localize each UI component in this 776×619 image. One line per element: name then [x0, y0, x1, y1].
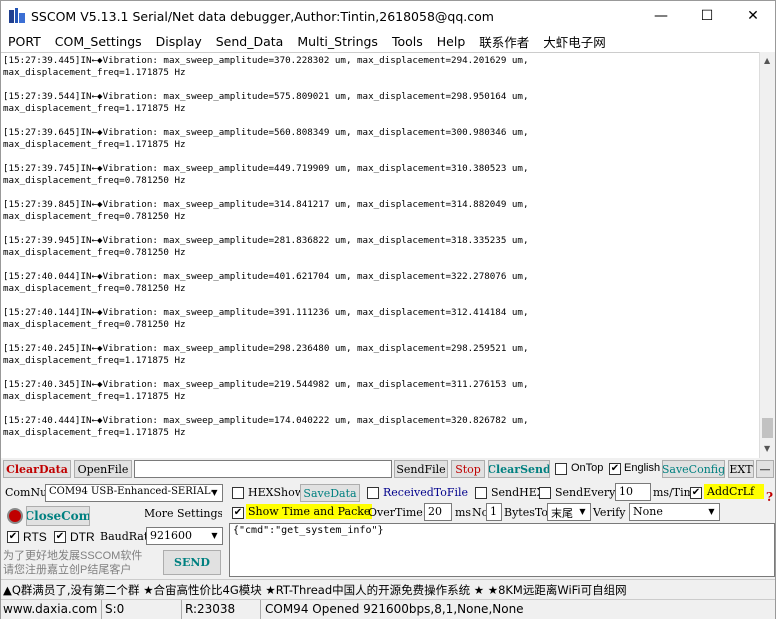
- log-entry: [15:27:39.845]IN←◆Vibration: max_sweep_a…: [3, 199, 529, 222]
- open-file-button[interactable]: OpenFile: [74, 460, 132, 478]
- stop-button[interactable]: Stop: [451, 460, 485, 478]
- log-entry: [15:27:39.445]IN←◆Vibration: max_sweep_a…: [3, 55, 529, 78]
- rts-label: RTS: [23, 530, 47, 544]
- log-entry: [15:27:39.645]IN←◆Vibration: max_sweep_a…: [3, 127, 529, 150]
- port-status-icon: [7, 508, 23, 524]
- english-label: English: [624, 462, 661, 474]
- add-crlf-label: AddCrLf: [704, 484, 764, 499]
- collapse-button[interactable]: —: [756, 460, 774, 478]
- log-entry: [15:27:40.245]IN←◆Vibration: max_sweep_a…: [3, 343, 529, 366]
- menu-send-data[interactable]: Send_Data: [209, 34, 291, 49]
- chevron-down-icon: ▼: [211, 531, 218, 540]
- save-config-button[interactable]: SaveConfig: [662, 460, 725, 478]
- options-panel: HEXShow SaveData ReceivedToFile SendHEX …: [229, 482, 775, 524]
- chevron-down-icon: ▼: [579, 507, 586, 516]
- window-title: SSCOM V5.13.1 Serial/Net data debugger,A…: [31, 8, 494, 24]
- baud-rate-select[interactable]: 921600 ▼: [146, 527, 223, 545]
- ms-tim-label: ms/Tim: [653, 486, 695, 499]
- log-entry: [15:27:40.144]IN←◆Vibration: max_sweep_a…: [3, 307, 529, 330]
- file-path-input[interactable]: [134, 460, 392, 478]
- scroll-up-icon[interactable]: ▲: [764, 56, 770, 65]
- log-scrollbar[interactable]: ▲ ▼: [759, 52, 775, 458]
- com-port-select[interactable]: COM94 USB-Enhanced-SERIAL- ▼: [45, 484, 223, 502]
- received-count: R:23038: [185, 602, 236, 616]
- close-com-button[interactable]: CloseCom: [26, 506, 90, 526]
- port-panel: ComNum COM94 USB-Enhanced-SERIAL- ▼ Clos…: [1, 482, 227, 577]
- over-time-label: OverTime:: [368, 506, 427, 519]
- received-to-file-label: ReceivedToFile: [383, 486, 469, 499]
- sent-count: S:0: [105, 602, 125, 616]
- scroll-thumb[interactable]: [762, 418, 773, 438]
- send-every-label: SendEvery:: [555, 486, 620, 499]
- menu-display[interactable]: Display: [149, 34, 209, 49]
- chevron-down-icon: ▼: [211, 488, 218, 497]
- ticker-bar: ▲Q群满员了,没有第二个群 ★合宙高性价比4G模块 ★RT-Thread中国人的…: [1, 579, 775, 598]
- send-every-input[interactable]: 10: [615, 483, 651, 501]
- english-checkbox[interactable]: ✔: [609, 463, 621, 475]
- verify-select[interactable]: None ▼: [629, 503, 720, 521]
- scroll-down-icon[interactable]: ▼: [764, 444, 770, 453]
- ontop-label: OnTop: [571, 462, 604, 474]
- log-entry: [15:27:40.444]IN←◆Vibration: max_sweep_a…: [3, 415, 529, 438]
- baud-rate-label: BaudRat: [100, 530, 149, 543]
- port-state: COM94 Opened 921600bps,8,1,None,None: [265, 602, 524, 616]
- log-entry: [15:27:40.044]IN←◆Vibration: max_sweep_a…: [3, 271, 529, 294]
- bytes-to-select[interactable]: 末尾 ▼: [547, 503, 591, 521]
- status-bar: www.daxia.com S:0 R:23038 COM94 Opened 9…: [1, 599, 775, 619]
- sscom-window: SSCOM V5.13.1 Serial/Net data debugger,A…: [0, 0, 776, 619]
- log-entry: [15:27:39.745]IN←◆Vibration: max_sweep_a…: [3, 163, 529, 186]
- website-link[interactable]: www.daxia.com: [3, 602, 97, 616]
- menu-daxia-site[interactable]: 大虾电子网: [536, 32, 613, 51]
- clear-send-button[interactable]: ClearSend: [488, 460, 550, 478]
- send-button[interactable]: SEND: [163, 550, 221, 575]
- menu-tools[interactable]: Tools: [385, 34, 430, 49]
- app-logo-icon: [8, 7, 26, 25]
- send-file-button[interactable]: SendFile: [394, 460, 448, 478]
- log-entry: [15:27:39.945]IN←◆Vibration: max_sweep_a…: [3, 235, 529, 258]
- hex-show-checkbox[interactable]: [232, 487, 244, 499]
- send-hex-label: SendHEX: [491, 486, 545, 499]
- menu-port[interactable]: PORT: [1, 34, 48, 49]
- menu-multi-strings[interactable]: Multi_Strings: [290, 34, 385, 49]
- send-hex-checkbox[interactable]: [475, 487, 487, 499]
- send-every-checkbox[interactable]: [539, 487, 551, 499]
- receive-log[interactable]: [15:27:39.445]IN←◆Vibration: max_sweep_a…: [1, 52, 759, 458]
- show-time-label: Show Time and Packe: [246, 504, 373, 519]
- dtr-checkbox[interactable]: ✔: [54, 531, 66, 543]
- title-bar: SSCOM V5.13.1 Serial/Net data debugger,A…: [1, 1, 775, 31]
- maximize-button[interactable]: ☐: [685, 1, 729, 31]
- ext-button[interactable]: EXT: [728, 460, 754, 478]
- minimize-button[interactable]: —: [639, 1, 683, 31]
- hex-show-label: HEXShow: [248, 486, 305, 499]
- promo-text-line2: 请您注册嘉立创P结尾客户: [3, 564, 132, 576]
- log-entry: [15:27:40.345]IN←◆Vibration: max_sweep_a…: [3, 379, 529, 402]
- send-text-input[interactable]: {"cmd":"get_system_info"}: [229, 523, 775, 577]
- clear-data-button[interactable]: ClearData: [3, 460, 71, 478]
- menu-contact-author[interactable]: 联系作者: [472, 32, 536, 51]
- toolbar-row: ClearData OpenFile SendFile Stop ClearSe…: [1, 459, 775, 480]
- packet-no-input[interactable]: 1: [486, 503, 502, 521]
- rts-checkbox[interactable]: ✔: [7, 531, 19, 543]
- received-to-file-checkbox[interactable]: [367, 487, 379, 499]
- close-button[interactable]: ✕: [731, 1, 775, 31]
- menu-com-settings[interactable]: COM_Settings: [48, 34, 149, 49]
- help-icon[interactable]: ?: [766, 490, 773, 504]
- chevron-down-icon: ▼: [708, 507, 715, 516]
- verify-label: Verify: [593, 506, 626, 519]
- ms-label: ms: [455, 506, 472, 519]
- save-data-button[interactable]: SaveData: [300, 484, 360, 502]
- menu-help[interactable]: Help: [430, 34, 473, 49]
- ontop-checkbox[interactable]: [555, 463, 567, 475]
- more-settings-button[interactable]: More Settings: [144, 504, 223, 522]
- log-entry: [15:27:39.544]IN←◆Vibration: max_sweep_a…: [3, 91, 529, 114]
- over-time-input[interactable]: 20: [424, 503, 452, 521]
- dtr-label: DTR: [70, 530, 95, 544]
- menu-bar: PORT COM_Settings Display Send_Data Mult…: [1, 31, 775, 52]
- show-time-checkbox[interactable]: ✔: [232, 507, 244, 519]
- add-crlf-checkbox[interactable]: ✔: [690, 487, 702, 499]
- bytes-to-label: BytesTo: [504, 506, 548, 519]
